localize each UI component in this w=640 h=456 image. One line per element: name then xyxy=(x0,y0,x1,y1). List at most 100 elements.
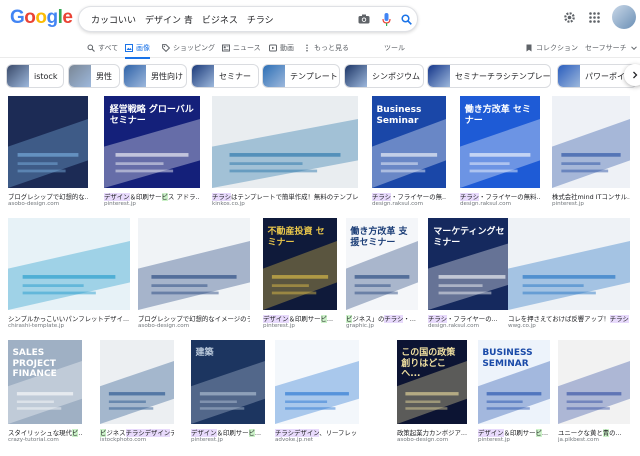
result-thumbnail[interactable]: マーケティングセミナー xyxy=(428,218,516,310)
result-thumbnail[interactable] xyxy=(558,340,630,424)
search-input[interactable]: カッコいい デザイン 青 ビジネス チラシ xyxy=(91,13,274,26)
chip[interactable]: 男性向け xyxy=(123,64,187,88)
chip[interactable]: セミナー xyxy=(191,64,259,88)
google-logo[interactable]: Google xyxy=(10,7,73,29)
result-thumbnail[interactable] xyxy=(138,218,250,310)
result-source: asobo-design.com xyxy=(8,201,60,207)
image-result[interactable]: ユニークな黄と青の... ja.pikbest.com xyxy=(558,340,630,446)
result-thumbnail[interactable]: 働き方改革 支援セミナー xyxy=(346,218,418,310)
image-result[interactable]: コレを押さえておけば反響アップ！チラシ wwg.co.jp xyxy=(508,218,630,332)
chip[interactable]: セミナーチラシテンプレート xyxy=(427,64,551,88)
chip-thumbnail xyxy=(124,65,146,87)
result-caption[interactable]: デザイン＆印刷サービ... xyxy=(478,428,550,437)
image-result[interactable]: 経営戦略 グローバル セミナー デザイン＆印刷サービス アドラ... pintere… xyxy=(104,96,200,210)
image-result[interactable]: 建築デザイン＆印刷サービ... pinterest.jp xyxy=(191,340,265,446)
image-result[interactable]: 働き方改革 支援セミナー ビジネス」のチラシ・... graphic.jp xyxy=(346,218,418,332)
result-thumbnail[interactable]: BUSINESS SEMINAR xyxy=(478,340,550,424)
safesearch-menu[interactable]: セーフサーチ xyxy=(585,40,638,56)
result-thumbnail[interactable]: 働き方改革 セミナー xyxy=(460,96,540,188)
logo-letter: G xyxy=(10,7,25,28)
tab-shopping[interactable]: ショッピング xyxy=(162,40,215,56)
result-caption[interactable]: デザイン＆印刷サービ... xyxy=(263,314,337,323)
result-source: pinterest.jp xyxy=(191,437,223,443)
search-icon[interactable] xyxy=(399,12,413,26)
tab-tools[interactable]: ツール xyxy=(384,40,405,56)
result-caption[interactable]: チラシ・フライヤーの無... xyxy=(372,192,446,201)
thumbnail-title: SALES PROJECT FINANCE xyxy=(12,348,57,380)
image-result[interactable]: シンプルかっこいいパンフレットデザイ... chirashi-template.j… xyxy=(8,218,130,332)
tab-all-label: すべて xyxy=(98,44,119,52)
result-caption[interactable]: ビジネス」のチラシ・... xyxy=(346,314,418,323)
search-box[interactable]: カッコいい デザイン 青 ビジネス チラシ xyxy=(78,6,418,32)
result-caption[interactable]: デザイン＆印刷サービ... xyxy=(191,428,265,437)
image-result[interactable]: BUSINESS SEMINAR デザイン＆印刷サービ... pinterest.j… xyxy=(478,340,550,446)
newspaper-icon xyxy=(222,44,230,52)
thumbnail-title: 働き方改革 セミナー xyxy=(464,105,531,126)
result-source: chirashi-template.jp xyxy=(8,323,65,329)
image-result[interactable]: チラシデザイン、リーフレット制作 | K...advoke.jp.net xyxy=(275,340,359,446)
image-result[interactable]: Business Seminar チラシ・フライヤーの無... design.rak… xyxy=(372,96,446,210)
image-result[interactable]: 不動産投資 セミナー デザイン＆印刷サービ... pinterest.jp xyxy=(263,218,337,332)
image-result[interactable]: 働き方改革 セミナー チラシ・フライヤーの無料... design.raksul.c… xyxy=(460,96,540,210)
result-caption[interactable]: チラシデザイン、リーフレット制作 | K... xyxy=(275,428,359,437)
result-thumbnail[interactable] xyxy=(552,96,630,188)
microphone-icon[interactable] xyxy=(379,12,393,26)
tab-videos[interactable]: 動画 xyxy=(269,40,294,56)
result-thumbnail[interactable] xyxy=(8,218,130,310)
image-result[interactable]: SALES PROJECT FINANCE スタイリッシュな現代ビ...crazy… xyxy=(8,340,82,446)
result-source: design.raksul.com xyxy=(428,323,480,329)
tag-icon xyxy=(162,44,170,52)
result-caption[interactable]: コレを押さえておけば反響アップ！チラシ xyxy=(508,314,630,323)
chip[interactable]: istock xyxy=(6,64,64,88)
chip[interactable]: テンプレート xyxy=(262,64,340,88)
result-thumbnail[interactable]: SALES PROJECT FINANCE xyxy=(8,340,82,424)
result-caption[interactable]: スタイリッシュな現代ビ... xyxy=(8,428,82,437)
image-result[interactable]: この国の政策創りはどこへ... 政策起業力カンボジア... asobo-design… xyxy=(397,340,467,446)
chip[interactable]: シンポジウム xyxy=(344,64,424,88)
result-caption[interactable]: チラシ・フライヤーの無料... xyxy=(460,192,540,201)
image-result[interactable]: 株式会社mind ITコンサル... pinterest.jp xyxy=(552,96,630,210)
result-caption[interactable]: ブログレシップで幻想的なイメージのラ... xyxy=(138,314,250,323)
apps-grid-icon[interactable] xyxy=(586,9,602,25)
tab-more-label: もっと見る xyxy=(314,44,349,52)
image-result[interactable]: ブログレシップで幻想的なイメージのラ... asobo-design.com xyxy=(138,218,250,332)
result-caption[interactable]: シンプルかっこいいパンフレットデザイ... xyxy=(8,314,130,323)
chip[interactable]: 男性 xyxy=(68,64,120,88)
image-result[interactable]: チラシはテンプレートで簡単作成！無料のテンプレ... kinkos.co.jp xyxy=(212,96,358,210)
chip-thumbnail xyxy=(263,65,285,87)
result-thumbnail[interactable] xyxy=(8,96,88,188)
tab-news[interactable]: ニュース xyxy=(222,40,261,56)
tab-images[interactable]: 画像 xyxy=(125,40,150,59)
result-thumbnail[interactable] xyxy=(212,96,358,188)
result-thumbnail[interactable]: 建築 xyxy=(191,340,265,424)
tab-more[interactable]: もっと見る xyxy=(303,40,349,56)
result-thumbnail[interactable] xyxy=(508,218,630,310)
result-thumbnail[interactable] xyxy=(275,340,359,424)
result-caption[interactable]: チラシはテンプレートで簡単作成！無料のテンプレ... xyxy=(212,192,358,201)
camera-icon[interactable] xyxy=(357,12,371,26)
collections-link[interactable]: コレクション xyxy=(525,40,578,56)
account-avatar[interactable] xyxy=(612,5,636,29)
result-caption[interactable]: 株式会社mind ITコンサル... xyxy=(552,192,630,201)
result-thumbnail[interactable]: 不動産投資 セミナー xyxy=(263,218,337,310)
image-result[interactable]: ビジネスチラシデザインテ...istockphoto.com xyxy=(100,340,174,446)
result-thumbnail[interactable]: この国の政策創りはどこへ... xyxy=(397,340,467,424)
result-thumbnail[interactable]: 経営戦略 グローバル セミナー xyxy=(104,96,200,188)
tab-all[interactable]: すべて xyxy=(87,40,118,56)
result-caption[interactable]: ビジネスチラシデザインテ... xyxy=(100,428,174,437)
related-chips: istock 男性 男性向け セミナー テンプレート シンポジウム セミナーチラシテンプレー… xyxy=(0,62,640,90)
result-caption[interactable]: ユニークな黄と青の... xyxy=(558,428,630,437)
result-caption[interactable]: デザイン＆印刷サービス アドラ... xyxy=(104,192,200,201)
settings-gear-icon[interactable] xyxy=(561,9,577,25)
result-caption[interactable]: ブログレシップで幻想的な... xyxy=(8,192,88,201)
result-thumbnail[interactable]: Business Seminar xyxy=(372,96,446,188)
result-caption[interactable]: 政策起業力カンボジア... xyxy=(397,428,467,437)
image-result[interactable]: マーケティングセミナーチラシ・フライヤーの... design.raksul.co… xyxy=(428,218,516,332)
tab-tools-label: ツール xyxy=(384,44,405,52)
chips-next-button[interactable] xyxy=(624,64,640,86)
more-vert-icon xyxy=(306,44,308,52)
image-result[interactable]: ブログレシップで幻想的な... asobo-design.com xyxy=(8,96,88,210)
result-thumbnail[interactable] xyxy=(100,340,174,424)
result-caption[interactable]: チラシ・フライヤーの... xyxy=(428,314,516,323)
chip-thumbnail xyxy=(192,65,214,87)
